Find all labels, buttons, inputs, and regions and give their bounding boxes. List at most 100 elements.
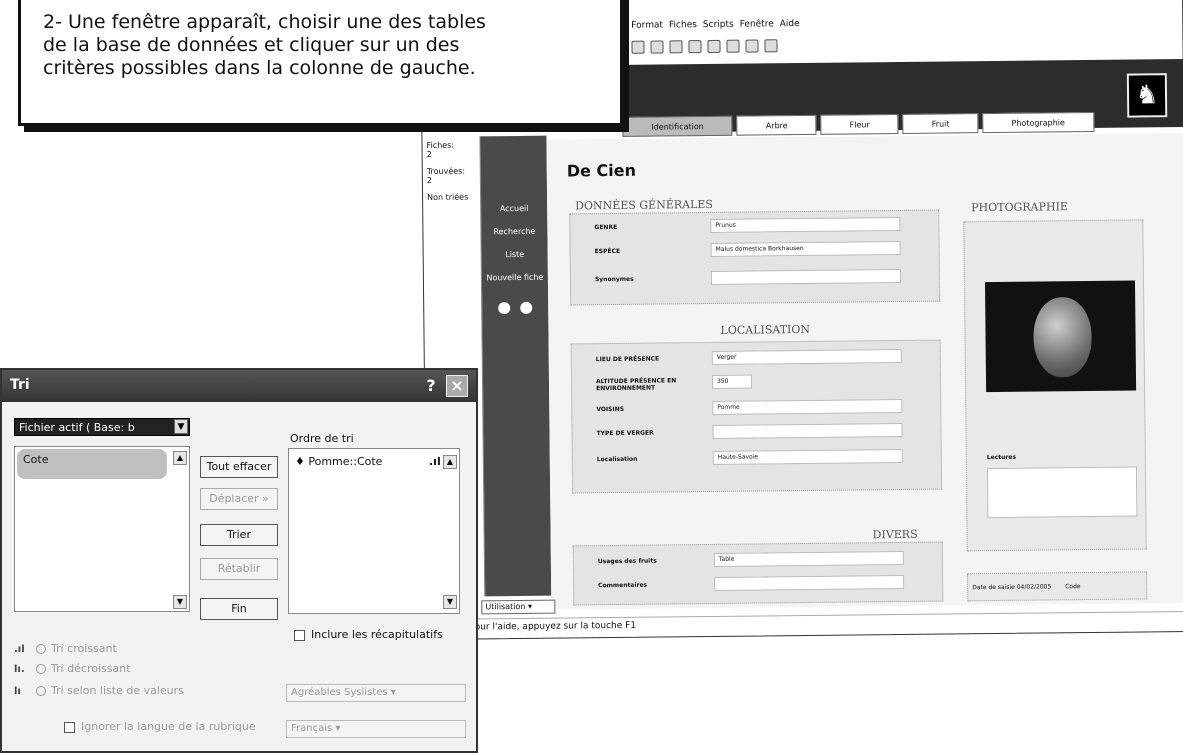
field-list-item[interactable]: Cote [17, 449, 167, 479]
tab-fruit[interactable]: Fruit [902, 113, 979, 134]
toolbar-icon[interactable] [650, 39, 664, 54]
move-button[interactable]: Déplacer » [200, 488, 278, 510]
general-fields-box: GENRE Prunus ESPÈCE Malus domestica Bork… [569, 209, 941, 306]
menu-format[interactable]: Format [631, 20, 663, 30]
checkbox-icon[interactable] [294, 629, 305, 641]
clear-all-button[interactable]: Tout effacer [200, 456, 278, 478]
record-navigation [482, 301, 548, 315]
toolbar-icon[interactable] [688, 39, 702, 53]
genus-field[interactable]: Prunus [710, 216, 901, 233]
sort-order-item[interactable]: ♦ Pomme::Cote [295, 455, 382, 468]
ascending-sort-icon: .ıl [429, 455, 441, 468]
help-button[interactable]: ? [420, 376, 442, 396]
toolbar-icon[interactable] [707, 39, 721, 53]
instruction-line: 2- Une fenêtre apparaît, choisir une des… [43, 11, 486, 33]
sort-order-list[interactable]: ♦ Pomme::Cote .ıl ▲ ▼ [288, 448, 460, 614]
synonyms-field[interactable] [710, 268, 901, 285]
field-label: GENRE [594, 223, 618, 232]
localisation-fields-box: LIEU DE PRÉSENCE Verger ALTITUDE PRÉSENC… [570, 339, 943, 494]
found-count: 2 [426, 175, 433, 185]
scroll-up-icon[interactable]: ▲ [443, 455, 457, 469]
location-field[interactable]: Verger [711, 348, 902, 365]
records-count: 2 [426, 149, 432, 159]
species-field[interactable]: Malus domestica Borkhausen [710, 240, 901, 257]
instruction-line: de la base de données et cliquer sur un … [43, 34, 460, 56]
localisation-field[interactable]: Haute-Savoie [712, 448, 903, 465]
menu-help[interactable]: Aide [780, 19, 800, 29]
tab-photography[interactable]: Photographie [982, 111, 1094, 134]
nav-search[interactable]: Recherche [481, 227, 547, 237]
apple-photo [984, 280, 1137, 393]
descending-icon: lı. [14, 664, 25, 675]
next-record-button[interactable] [520, 301, 533, 314]
custom-order-icon: lı [14, 686, 21, 697]
field-label: ALTITUDE PRÉSENCE EN ENVIRONNEMENT [595, 377, 677, 393]
comments-field[interactable] [714, 574, 905, 591]
neighbours-field[interactable]: Pomme [712, 398, 903, 415]
orchard-type-field[interactable] [712, 422, 903, 439]
toolbar-icon[interactable] [669, 39, 683, 53]
scroll-down-icon[interactable]: ▼ [173, 595, 187, 609]
section-general-title: DONNÉES GÉNÉRALES [575, 197, 713, 213]
utilisation-select[interactable]: Utilisation ▾ [481, 599, 556, 615]
menu-scripts[interactable]: Scripts [703, 20, 734, 30]
field-label: ESPÈCE [594, 247, 621, 256]
section-photo-title: PHOTOGRAPHIE [971, 200, 1069, 215]
scroll-up-icon[interactable]: ▲ [173, 451, 187, 465]
field-label: Synonymes [594, 275, 634, 284]
tab-flower[interactable]: Fleur [820, 113, 899, 135]
sort-status: Non triées [427, 192, 469, 202]
photo-box: Lectures [963, 219, 1147, 552]
end-button[interactable]: Fin [200, 598, 278, 620]
tab-identification[interactable]: Identification [622, 115, 733, 137]
toolbar-icon[interactable] [745, 38, 759, 53]
nav-new-record[interactable]: Nouvelle fiche [482, 273, 548, 283]
toolbar [631, 35, 778, 57]
menu-window[interactable]: Fenêtre [740, 19, 774, 29]
instruction-line: critères possibles dans la colonne de ga… [43, 57, 476, 79]
field-label: LIEU DE PRÉSENCE [595, 355, 660, 364]
value-list-select[interactable]: Agréables Syslistes ▾ [286, 684, 466, 702]
include-summaries-checkbox[interactable]: Inclure les récapitulatifs [294, 628, 443, 641]
records-label: Fiches: [426, 140, 455, 150]
nav-home[interactable]: Accueil [481, 204, 547, 214]
altitude-field[interactable]: 350 [711, 374, 753, 389]
field-label: Localisation [596, 455, 638, 464]
found-label: Trouvées: [426, 166, 466, 176]
fruit-use-field[interactable]: Table [713, 550, 904, 567]
close-button[interactable]: × [446, 375, 468, 397]
photo-caption-field[interactable] [986, 466, 1138, 519]
table-select[interactable]: Fichier actif ( Base: b [14, 418, 190, 436]
previous-record-button[interactable] [498, 302, 511, 315]
date-label: Date de saisie [972, 583, 1015, 592]
field-label: TYPE DE VERGER [596, 429, 654, 438]
status-bar: Pour l'aide, appuyez sur la touche F1 [427, 610, 1183, 637]
field-label: VOISINS [596, 405, 625, 414]
descending-radio[interactable]: Tri décroissant [36, 662, 131, 675]
menu-records[interactable]: Fiches [669, 20, 697, 30]
toolbar-icon[interactable] [726, 39, 740, 53]
sort-button[interactable]: Trier [200, 524, 278, 546]
ascending-radio[interactable]: Tri croissant [36, 642, 117, 655]
scroll-down-icon[interactable]: ▼ [443, 595, 457, 609]
side-navigation: Accueil Recherche Liste Nouvelle fiche [480, 135, 552, 597]
apple-image [1033, 296, 1092, 378]
sort-order-label: Ordre de tri [290, 432, 354, 445]
nav-list[interactable]: Liste [482, 250, 548, 260]
sort-dialog: Tri ? × Fichier actif ( Base: b ▼ Cote ▲… [0, 368, 478, 753]
section-localisation-title: LOCALISATION [720, 322, 811, 337]
toolbar-icon[interactable] [631, 40, 645, 54]
instruction-callout: 2- Une fenêtre apparaît, choisir une des… [18, 0, 623, 126]
photo-caption-label: Lectures [986, 453, 1017, 462]
tab-tree[interactable]: Arbre [736, 114, 817, 136]
custom-order-radio[interactable]: Tri selon liste de valeurs [36, 684, 184, 697]
record-layout: De Cien DONNÉES GÉNÉRALES GENRE Prunus E… [546, 132, 1183, 610]
override-language-checkbox[interactable]: Ignorer la langue de la rubrique [64, 720, 256, 733]
toolbar-icon[interactable] [764, 38, 778, 52]
language-select[interactable]: Français ▾ [286, 720, 466, 738]
chevron-down-icon[interactable]: ▼ [174, 419, 188, 434]
restore-button[interactable]: Rétablir [200, 558, 278, 580]
section-divers-title: DIVERS [872, 527, 918, 542]
field-list[interactable]: Cote ▲ ▼ [14, 446, 190, 612]
record-title: De Cien [566, 160, 637, 181]
